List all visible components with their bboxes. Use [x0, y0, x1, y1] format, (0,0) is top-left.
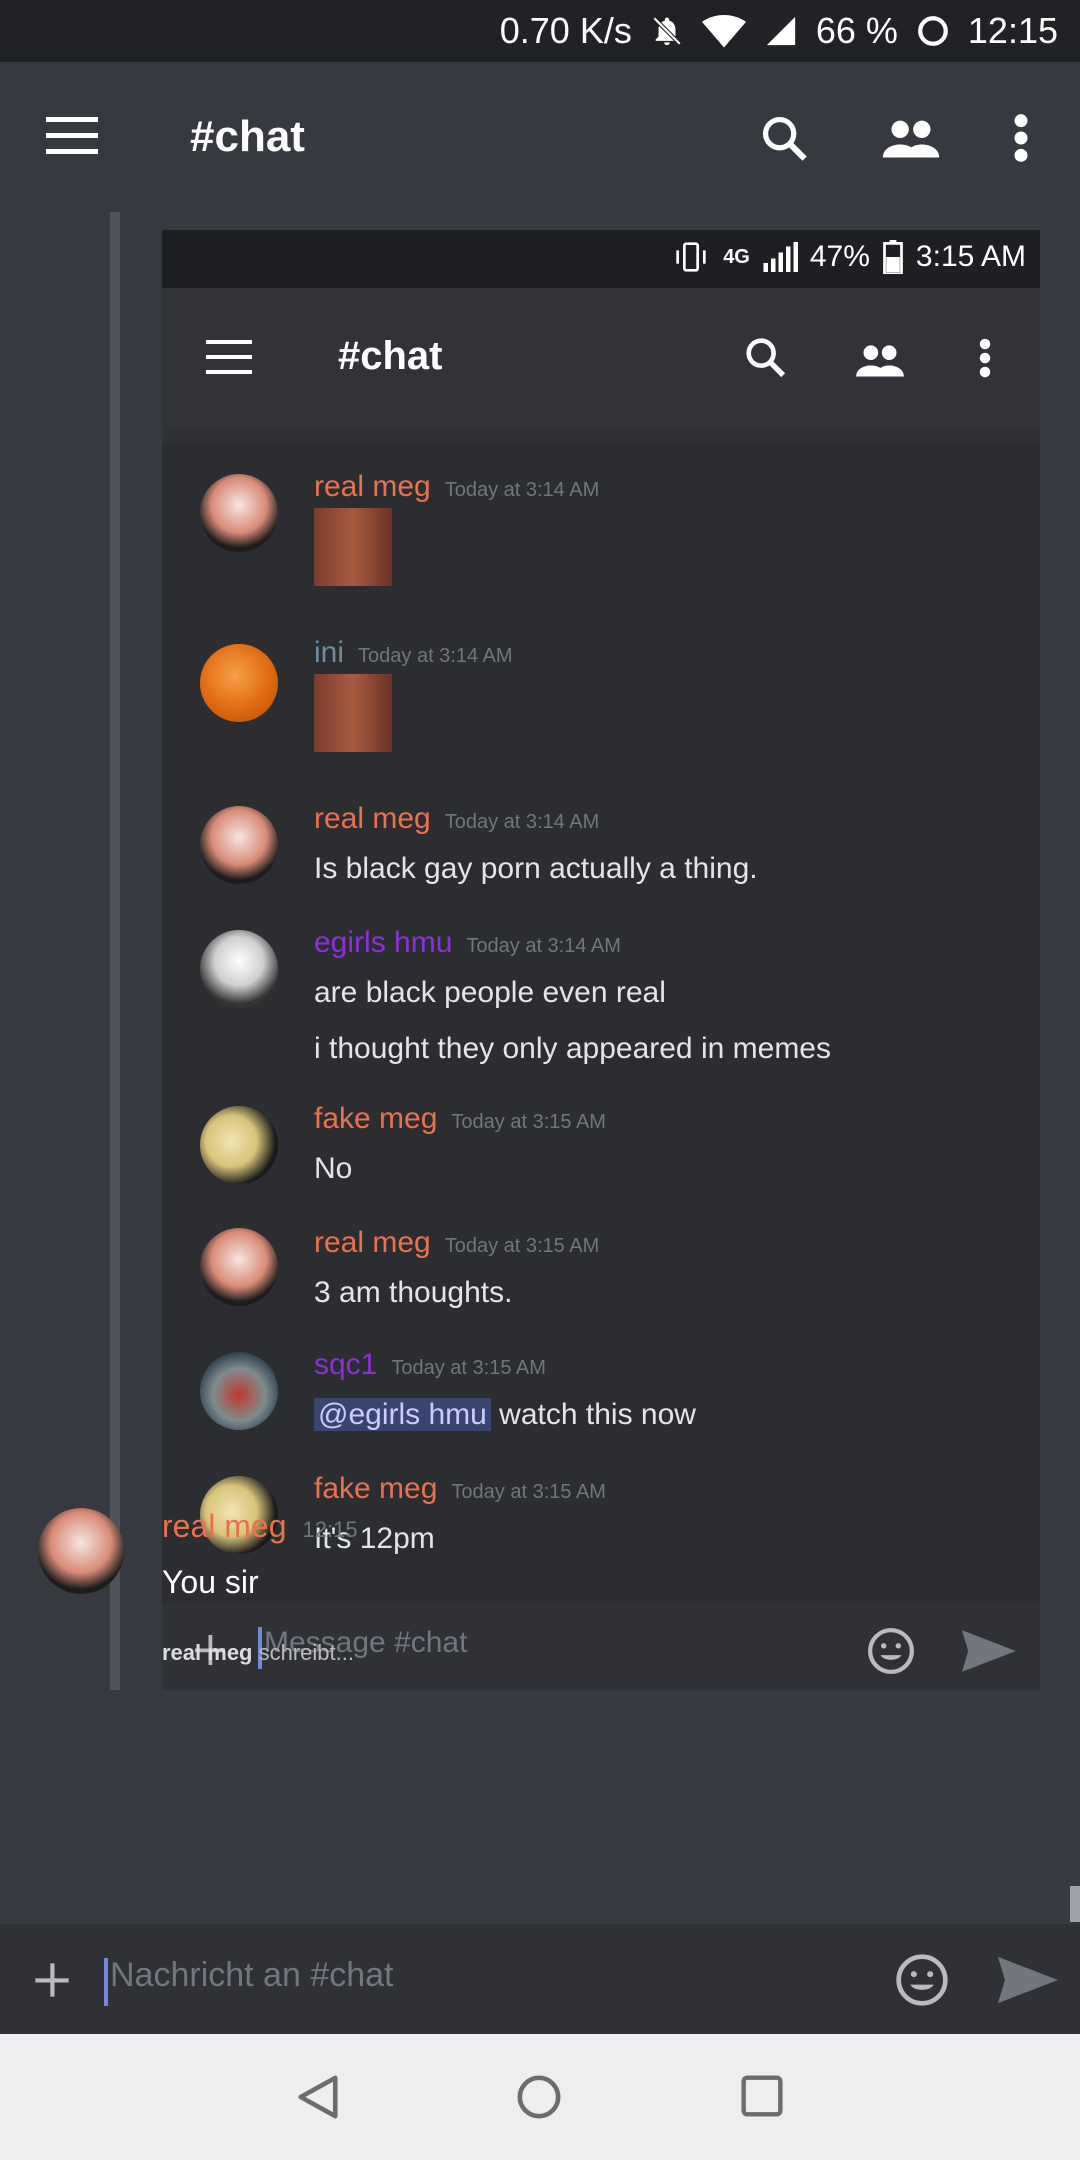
recent-apps-icon[interactable] [740, 2074, 784, 2118]
message-text: Is black gay porn actually a thing. [314, 852, 758, 885]
avatar [200, 1106, 278, 1184]
members-icon[interactable] [880, 112, 942, 164]
embedded-battery-icon [883, 240, 903, 274]
attached-image [314, 508, 392, 586]
author-name: fake meg [314, 1102, 438, 1135]
embedded-clock: 3:15 AM [915, 240, 1026, 273]
battery-ring-icon [918, 16, 948, 46]
attached-image [314, 674, 392, 752]
clock: 12:15 [967, 10, 1058, 51]
network-speed: 0.70 K/s [499, 10, 632, 51]
message-text: are black people even real [314, 976, 666, 1009]
add-attachment-icon[interactable] [32, 1960, 72, 2000]
avatar [200, 806, 278, 884]
back-icon[interactable] [296, 2074, 340, 2120]
emoji-icon[interactable] [894, 1952, 950, 2008]
system-navigation-bar [0, 2034, 1080, 2160]
home-icon[interactable] [516, 2074, 562, 2120]
author-name: real meg [314, 802, 431, 835]
author-name: ini [314, 636, 345, 669]
embedded-message-list: real meg Today at 3:14 AM ini Today at 3:1… [162, 442, 1040, 1602]
battery-level: 66 % [815, 10, 898, 51]
mention: @egirls hmu [314, 1398, 491, 1431]
embedded-members-icon [856, 345, 904, 377]
embedded-emoji-icon [868, 1628, 914, 1674]
author-name: real meg [314, 470, 431, 503]
signal-icon [766, 16, 796, 46]
embed-quote-bar [110, 212, 120, 1690]
scrollbar-thumb[interactable] [1070, 1886, 1080, 1922]
message-text: @egirls hmu watch this now [314, 1398, 696, 1432]
message-text: i thought they only appeared in memes [314, 1032, 831, 1065]
embedded-battery-level: 47% [809, 240, 870, 273]
author-name: real meg [314, 1226, 431, 1259]
app-bar: #chat [0, 62, 1080, 212]
hamburger-menu-icon[interactable] [46, 117, 98, 155]
embedded-network-type: 4G [723, 245, 750, 268]
embedded-more-icon [979, 338, 991, 378]
author-name: sqc1 [314, 1348, 378, 1381]
embedded-app-bar: #chat [162, 288, 1040, 428]
status-bar: 0.70 K/s 66 % 12:15 [0, 0, 1080, 62]
avatar [200, 1228, 278, 1306]
timestamp: Today at 3:14 AM [444, 479, 600, 501]
typing-indicator: real meg schreibt... [162, 1640, 354, 1665]
channel-title: #chat [190, 112, 305, 161]
embedded-status-bar: 4G 47% 3:15 AM [162, 230, 1040, 288]
message-list[interactable]: 4G 47% 3:15 AM #chat real meg Today at 3:… [0, 212, 1080, 1924]
embedded-hamburger-icon [206, 340, 252, 374]
timestamp: Today at 3:15 AM [451, 1481, 606, 1503]
embedded-send-icon [962, 1630, 1016, 1672]
author-name: egirls hmu [314, 926, 453, 959]
embedded-search-icon [746, 338, 786, 378]
timestamp: Today at 3:14 AM [466, 935, 621, 957]
message-input-bar: Nachricht an #chat [0, 1924, 1080, 2034]
more-options-icon[interactable] [1012, 112, 1030, 164]
avatar [200, 474, 278, 552]
message-input[interactable]: Nachricht an #chat [104, 1956, 394, 2006]
timestamp: 12:15 [302, 1517, 358, 1542]
send-icon[interactable] [998, 1956, 1058, 2004]
text-cursor [104, 1957, 108, 2006]
timestamp: Today at 3:14 AM [444, 811, 600, 833]
muted-bell-icon [652, 16, 682, 46]
author-name: fake meg [314, 1472, 438, 1505]
embedded-screenshot[interactable]: 4G 47% 3:15 AM #chat real meg Today at 3:… [162, 230, 1040, 1690]
timestamp: Today at 3:14 AM [358, 645, 513, 667]
author-name[interactable]: real meg [162, 1508, 287, 1544]
timestamp: Today at 3:15 AM [444, 1235, 600, 1257]
wifi-icon [701, 14, 746, 48]
avatar [200, 1352, 278, 1430]
embedded-channel-title: #chat [338, 334, 443, 378]
avatar[interactable] [38, 1508, 124, 1594]
embedded-signal-icon [763, 242, 798, 272]
search-icon[interactable] [758, 112, 810, 164]
vibrate-icon [676, 242, 706, 272]
timestamp: Today at 3:15 AM [391, 1357, 546, 1379]
message-text: 3 am thoughts. [314, 1276, 513, 1309]
message-text: You sir [162, 1564, 259, 1600]
avatar [200, 930, 278, 1008]
timestamp: Today at 3:15 AM [451, 1111, 606, 1133]
avatar [200, 644, 278, 722]
message-text: No [314, 1152, 353, 1185]
